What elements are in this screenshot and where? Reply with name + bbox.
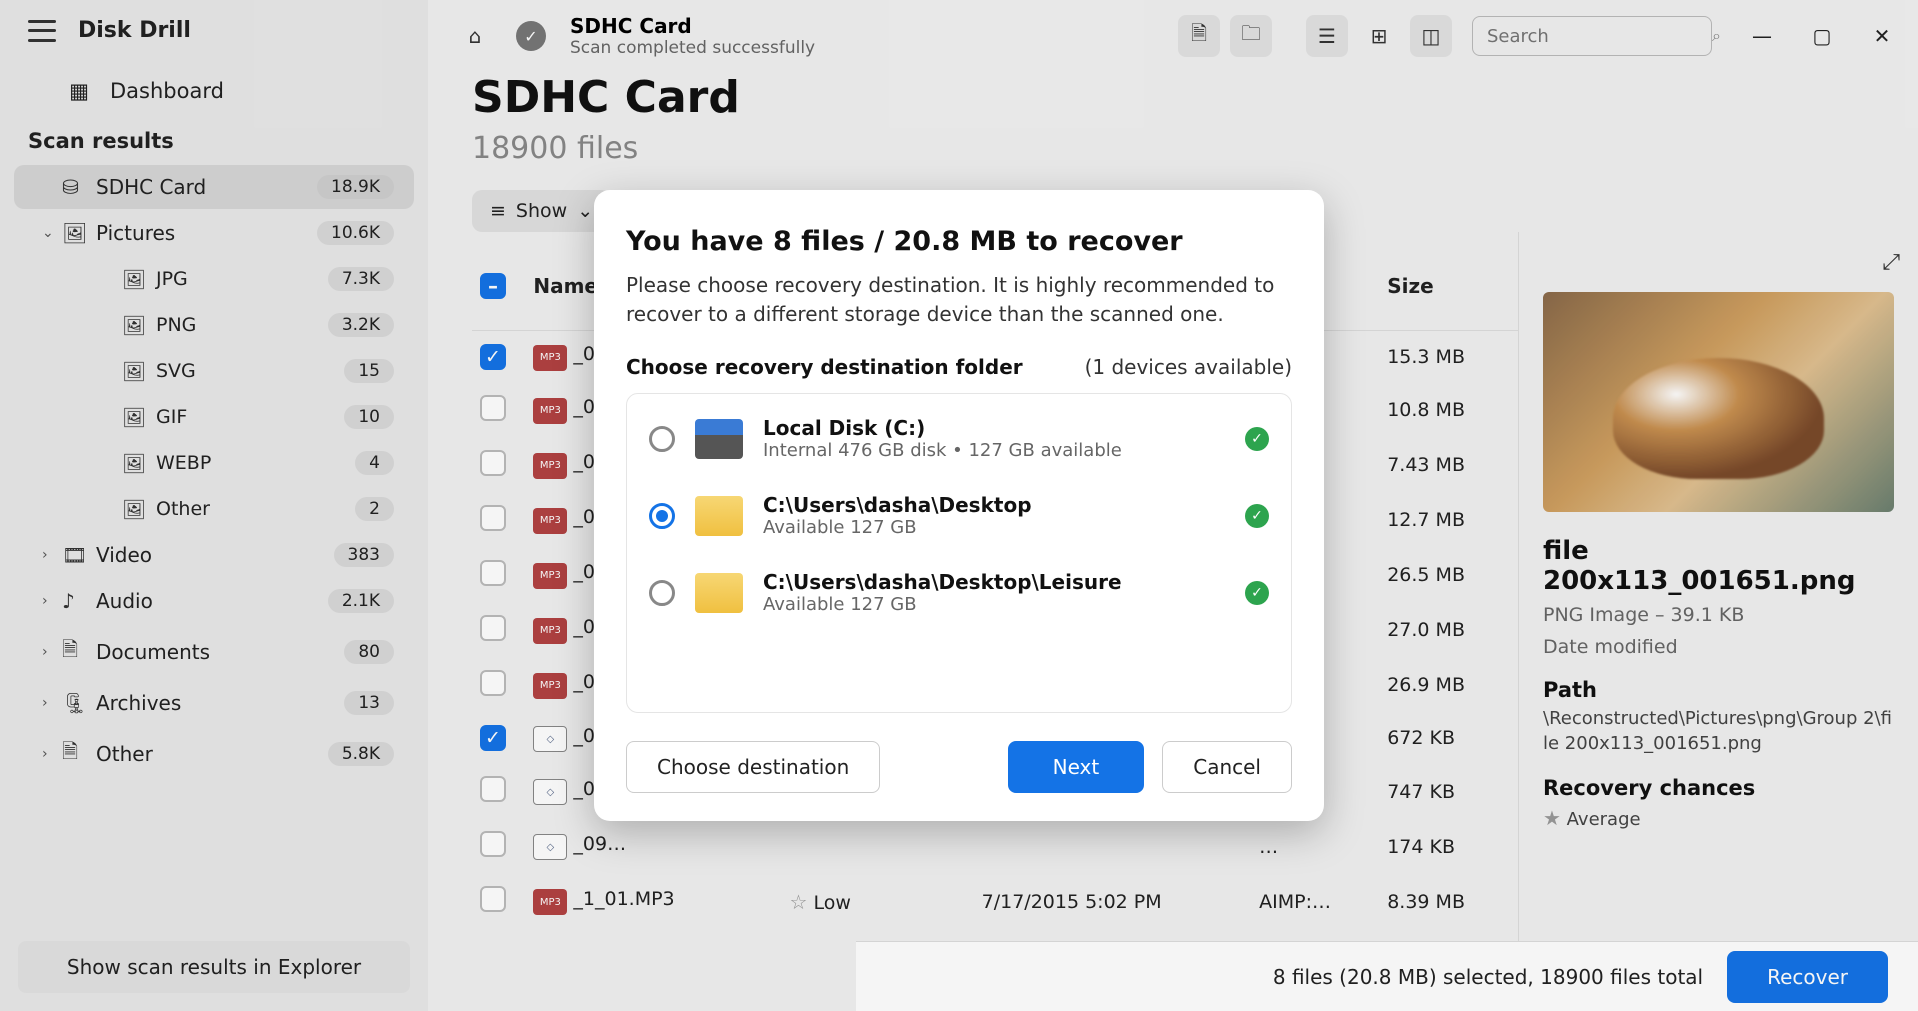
- modal-overlay: You have 8 files / 20.8 MB to recover Pl…: [0, 0, 1918, 1011]
- next-button[interactable]: Next: [1008, 741, 1145, 793]
- check-icon: ✓: [1245, 504, 1269, 528]
- destination-subtitle: Available 127 GB: [763, 594, 1225, 615]
- cancel-button[interactable]: Cancel: [1162, 741, 1292, 793]
- check-icon: ✓: [1245, 427, 1269, 451]
- folder-icon: [695, 496, 743, 536]
- destination-option[interactable]: C:\Users\dasha\DesktopAvailable 127 GB ✓: [627, 477, 1291, 554]
- radio-button[interactable]: [649, 426, 675, 452]
- radio-button[interactable]: [649, 503, 675, 529]
- destination-option[interactable]: C:\Users\dasha\Desktop\LeisureAvailable …: [627, 554, 1291, 631]
- destination-title: Local Disk (C:): [763, 416, 1225, 440]
- destination-title: C:\Users\dasha\Desktop\Leisure: [763, 570, 1225, 594]
- choose-destination-button[interactable]: Choose destination: [626, 741, 880, 793]
- recovery-destination-dialog: You have 8 files / 20.8 MB to recover Pl…: [594, 190, 1324, 821]
- folder-icon: [695, 573, 743, 613]
- destination-subtitle: Internal 476 GB disk • 127 GB available: [763, 440, 1225, 461]
- radio-button[interactable]: [649, 580, 675, 606]
- check-icon: ✓: [1245, 581, 1269, 605]
- destination-title: C:\Users\dasha\Desktop: [763, 493, 1225, 517]
- modal-devices-label: (1 devices available): [1085, 355, 1292, 379]
- disk-icon: [695, 419, 743, 459]
- destination-subtitle: Available 127 GB: [763, 517, 1225, 538]
- destination-list: Local Disk (C:)Internal 476 GB disk • 12…: [626, 393, 1292, 713]
- modal-choose-label: Choose recovery destination folder: [626, 355, 1023, 379]
- modal-subtitle: Please choose recovery destination. It i…: [626, 271, 1292, 329]
- modal-title: You have 8 files / 20.8 MB to recover: [626, 226, 1292, 257]
- destination-option[interactable]: Local Disk (C:)Internal 476 GB disk • 12…: [627, 400, 1291, 477]
